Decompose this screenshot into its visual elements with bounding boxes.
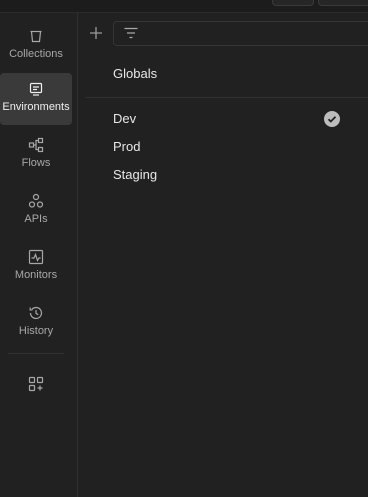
list-divider	[86, 97, 368, 98]
active-check-icon[interactable]	[324, 111, 340, 127]
trash-can-icon	[28, 28, 44, 44]
environment-label: Dev	[113, 111, 137, 126]
sidebar-item-history[interactable]: History	[0, 297, 72, 349]
filter-icon	[123, 26, 139, 40]
environment-label: Prod	[113, 139, 141, 154]
filter-field[interactable]	[113, 21, 368, 46]
flows-icon	[28, 137, 44, 153]
environment-icon	[28, 81, 44, 97]
environment-item-prod[interactable]: Prod	[78, 133, 360, 161]
sidebar-item-label: History	[18, 325, 54, 337]
sidebar-item-flows[interactable]: Flows	[0, 129, 72, 181]
top-toolbar-button[interactable]	[272, 0, 314, 6]
sidebar: Collections Environments Flows APIs Moni…	[0, 13, 78, 497]
sidebar-item-label: Environments	[2, 101, 70, 113]
sidebar-item-environments[interactable]: Environments	[0, 73, 72, 125]
add-workbench-icon	[28, 376, 44, 392]
sidebar-item-collections[interactable]: Collections	[0, 20, 72, 72]
environments-panel: Globals Dev Prod Staging	[78, 13, 368, 497]
sidebar-item-monitors[interactable]: Monitors	[0, 241, 72, 293]
sidebar-item-configure-workbench[interactable]	[0, 367, 72, 399]
sidebar-item-label: Collections	[9, 48, 63, 60]
environment-item-staging[interactable]: Staging	[78, 161, 360, 189]
top-toolbar	[0, 0, 368, 13]
sidebar-item-label: APIs	[24, 213, 48, 225]
sidebar-divider	[8, 353, 64, 354]
sidebar-item-apis[interactable]: APIs	[0, 185, 72, 237]
top-toolbar-button[interactable]	[318, 0, 368, 6]
apis-icon	[28, 193, 44, 209]
environment-label: Staging	[113, 167, 158, 182]
globals-label: Globals	[113, 66, 158, 81]
globals-item[interactable]: Globals	[78, 60, 360, 88]
sidebar-item-label: Flows	[21, 157, 51, 169]
environment-item-dev[interactable]: Dev	[78, 105, 360, 133]
filter-input[interactable]	[148, 24, 358, 41]
monitor-icon	[28, 249, 44, 265]
sidebar-item-label: Monitors	[14, 269, 58, 281]
app-root: Collections Environments Flows APIs Moni…	[0, 0, 368, 497]
plus-icon[interactable]	[88, 25, 104, 41]
history-icon	[28, 305, 44, 321]
